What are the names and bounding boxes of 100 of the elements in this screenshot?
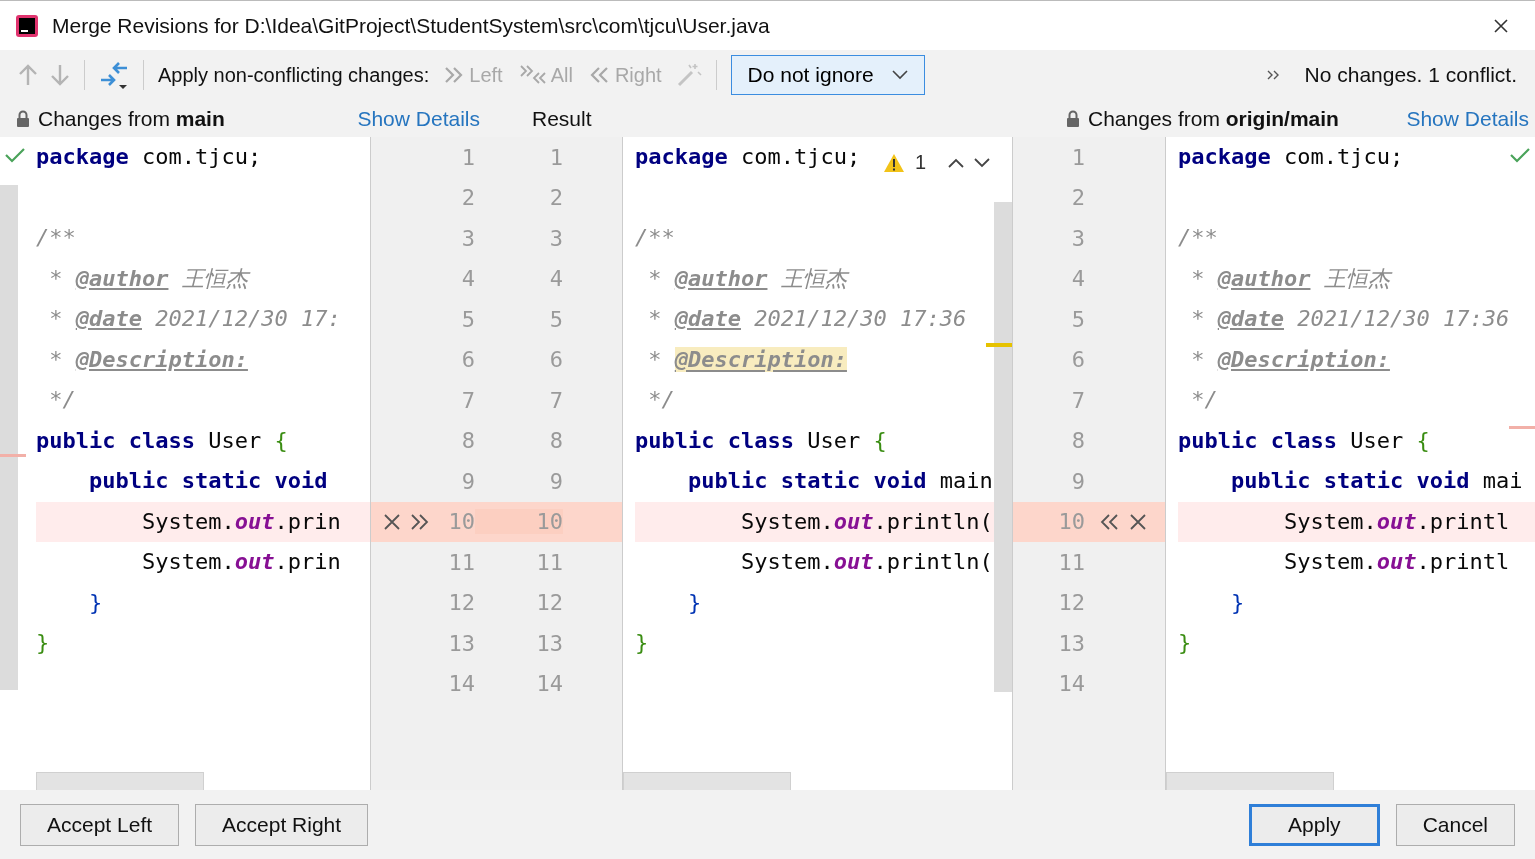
code-text: System. xyxy=(1282,508,1377,534)
code-text: User xyxy=(207,427,263,453)
double-chevron-right-icon[interactable] xyxy=(409,512,431,531)
comment-text: /** xyxy=(635,225,675,250)
doc-tag: @date xyxy=(674,306,741,331)
arrow-down-icon[interactable] xyxy=(50,64,70,86)
code-text: System. xyxy=(1282,549,1377,574)
code-text: System. xyxy=(739,549,834,574)
line-number: 13 xyxy=(1057,630,1085,656)
doc-tag: @date xyxy=(75,306,142,331)
line-number: 4 xyxy=(1070,266,1085,292)
comment-text: 2021/12/30 17:36 xyxy=(753,306,967,331)
dialog-button[interactable]: Accept Left xyxy=(20,803,180,846)
pane-title: Changes from main xyxy=(38,106,225,131)
code-text: .printl xyxy=(1416,549,1510,574)
close-icon[interactable] xyxy=(383,512,401,531)
field-name: out xyxy=(833,549,874,574)
merge-status: No changes. 1 conflict. xyxy=(1304,63,1517,87)
comment-text: * xyxy=(48,306,64,331)
code-text: com.tjcu; xyxy=(140,144,262,169)
field-name: out xyxy=(234,549,275,574)
comment-text: /** xyxy=(36,225,76,250)
code-text: User xyxy=(806,427,862,453)
code-editor[interactable]: package com.tjcu; /** * @author 王恒杰 * @date 2021/12/30 17:36 * @Description: */ public class User { public static void mai System.out.printl System.out.printl } } xyxy=(1165,137,1535,790)
line-number: 9 xyxy=(1070,468,1085,494)
line-number: 4 xyxy=(460,266,475,292)
brace: { xyxy=(1416,427,1430,453)
dialog-button[interactable]: Accept Right xyxy=(195,803,369,846)
code-editor[interactable]: package com.tjcu; /** * @author 王恒杰 * @date 2021/12/30 17: * @Description: */ public class User { public static void System.out.prin System.out.prin } } xyxy=(36,137,370,790)
brace: { xyxy=(873,427,887,453)
keyword: package xyxy=(1178,144,1271,169)
line-number: 8 xyxy=(1070,428,1085,454)
warning-count: 1 xyxy=(914,151,926,174)
code-text: System. xyxy=(140,549,235,574)
field-name: out xyxy=(234,508,275,534)
line-number: 12 xyxy=(1057,590,1085,616)
comment-text: * xyxy=(1190,265,1206,291)
code-text: com.tjcu; xyxy=(739,144,861,169)
chevrons-converging-icon xyxy=(518,65,547,85)
line-number: 11 xyxy=(535,549,563,575)
dialog-button[interactable]: Apply xyxy=(1249,803,1380,846)
code-text: .prin xyxy=(274,508,341,534)
check-icon xyxy=(4,147,26,163)
chevron-down-icon[interactable] xyxy=(974,157,990,168)
pane-title: Changes from origin/main xyxy=(1088,106,1339,131)
code-text: .println( xyxy=(873,549,993,574)
scrollbar[interactable] xyxy=(0,185,18,690)
comment-text: 2021/12/30 17:36 xyxy=(1296,306,1510,331)
horizontal-scrollbar[interactable] xyxy=(1166,772,1334,790)
line-number: 1 xyxy=(1070,144,1085,170)
show-details-link[interactable]: Show Details xyxy=(357,106,480,131)
horizontal-scrollbar[interactable] xyxy=(623,772,791,790)
apply-non-conflicting-label: Apply non-conflicting changes: xyxy=(158,63,430,87)
line-number: 6 xyxy=(460,347,475,373)
line-number: 8 xyxy=(460,428,475,454)
line-number: 2 xyxy=(460,185,475,211)
line-number: 5 xyxy=(548,306,563,332)
app-logo-icon xyxy=(16,14,38,37)
line-number: 3 xyxy=(460,225,475,251)
line-number: 9 xyxy=(548,468,563,494)
double-chevron-left-icon[interactable] xyxy=(1099,512,1121,531)
comment-text: */ xyxy=(647,387,675,412)
line-number: 10 xyxy=(1057,509,1085,535)
arrow-up-icon[interactable] xyxy=(18,64,38,86)
close-icon[interactable] xyxy=(1493,17,1509,34)
code-text: .prin xyxy=(274,549,341,574)
line-number: 13 xyxy=(535,630,563,656)
code-text: com.tjcu; xyxy=(1282,144,1404,169)
line-number: 2 xyxy=(548,185,563,211)
close-icon[interactable] xyxy=(1129,512,1147,531)
code-text: System. xyxy=(140,508,235,534)
brace: } xyxy=(686,589,702,615)
doc-tag: @author xyxy=(1217,265,1311,291)
magic-wand-icon[interactable] xyxy=(675,62,702,88)
line-number: 9 xyxy=(460,468,475,494)
show-details-link[interactable]: Show Details xyxy=(1406,106,1529,131)
line-number: 6 xyxy=(548,347,563,373)
chevron-up-icon[interactable] xyxy=(948,157,964,168)
line-number: 1 xyxy=(460,144,475,170)
line-number: 10 xyxy=(475,509,563,535)
line-number: 12 xyxy=(447,590,475,616)
horizontal-scrollbar[interactable] xyxy=(36,772,204,790)
merge-arrows-icon[interactable] xyxy=(99,60,129,90)
change-marker xyxy=(0,454,26,457)
code-text: System. xyxy=(739,508,834,534)
ignore-dropdown[interactable]: Do not ignore xyxy=(730,55,925,95)
line-number: 3 xyxy=(1070,225,1085,251)
comment-text: * xyxy=(1190,346,1206,372)
pane-title: Result xyxy=(532,106,592,130)
doc-tag: @author xyxy=(75,265,169,291)
line-number: 2 xyxy=(1070,185,1085,211)
warning-marker xyxy=(986,343,1012,347)
more-chevrons-icon[interactable] xyxy=(1266,70,1281,80)
line-number: 6 xyxy=(1070,347,1085,373)
dialog-button[interactable]: Cancel xyxy=(1395,803,1515,846)
line-number: 7 xyxy=(460,387,475,413)
code-text: main xyxy=(938,468,993,493)
scrollbar[interactable] xyxy=(994,202,1012,692)
line-number: 14 xyxy=(535,671,563,697)
line-number: 12 xyxy=(535,590,563,616)
